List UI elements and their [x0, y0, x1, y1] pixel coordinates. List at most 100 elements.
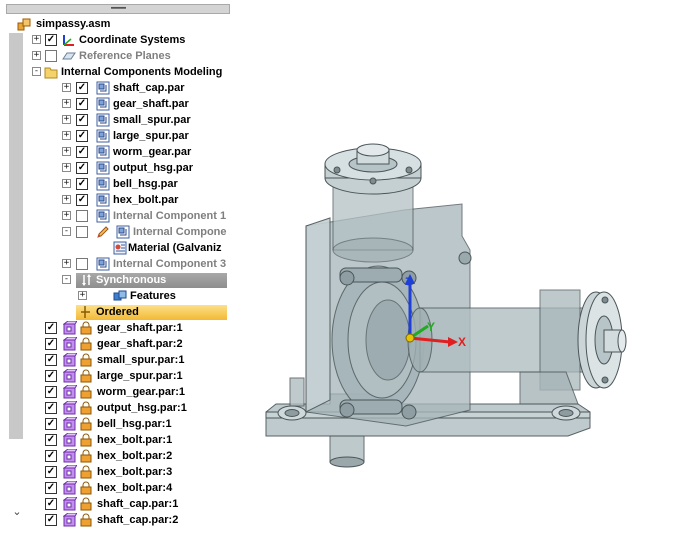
visibility-checkbox[interactable]: ✓ — [45, 418, 57, 430]
occurrence-icon — [62, 464, 78, 479]
expand-button[interactable]: + — [62, 147, 71, 156]
tree-row[interactable]: + ✓ small_spur.par — [0, 112, 232, 128]
tree-row[interactable]: Material (Galvaniz — [0, 240, 232, 256]
visibility-checkbox[interactable]: ✓ — [76, 162, 88, 174]
expand-button[interactable]: + — [62, 179, 71, 188]
expand-button[interactable]: + — [62, 131, 71, 140]
visibility-checkbox[interactable]: ✓ — [45, 498, 57, 510]
visibility-checkbox[interactable] — [76, 258, 88, 270]
tree-row[interactable]: + ✓ bell_hsg.par — [0, 176, 232, 192]
occurrence-icon — [62, 480, 78, 495]
gearbox-assembly — [265, 143, 627, 468]
triad-label-y: Y — [427, 320, 435, 334]
tree-row[interactable]: + Internal Component 1 — [0, 208, 232, 224]
tree-row[interactable]: ✓ large_spur.par:1 — [0, 368, 232, 384]
tree-row[interactable]: + ✓ output_hsg.par — [0, 160, 232, 176]
expand-button[interactable]: + — [62, 211, 71, 220]
tree-row[interactable]: - Synchronous — [0, 272, 232, 288]
collapse-button[interactable]: - — [62, 275, 71, 284]
occurrence-icon — [62, 432, 78, 447]
lock-icon — [80, 449, 94, 463]
tree-row[interactable]: + Features — [0, 288, 232, 304]
folder-icon — [44, 65, 58, 79]
visibility-checkbox[interactable]: ✓ — [45, 482, 57, 494]
tree-row[interactable]: + ✓ hex_bolt.par — [0, 192, 232, 208]
tree-row[interactable]: ✓ gear_shaft.par:2 — [0, 336, 232, 352]
assembly-icon — [17, 17, 31, 31]
visibility-checkbox[interactable]: ✓ — [45, 402, 57, 414]
panel-grip[interactable]: ▪▪▪▪▪▪▪▪▪▪ — [6, 4, 230, 14]
tree-row-label: output_hsg.par:1 — [97, 402, 187, 414]
tree-row[interactable]: + ✓ shaft_cap.par — [0, 80, 232, 96]
ordered-icon — [80, 305, 94, 319]
visibility-checkbox[interactable]: ✓ — [45, 322, 57, 334]
tree-row-label: simpassy.asm — [36, 18, 111, 30]
visibility-checkbox[interactable] — [76, 226, 88, 238]
visibility-checkbox[interactable]: ✓ — [76, 98, 88, 110]
tree-row-label: bell_hsg.par — [113, 178, 178, 190]
tree-row[interactable]: Ordered — [0, 304, 232, 320]
pathfinder-panel: ▪▪▪▪▪▪▪▪▪▪ ⌄ simpassy.asm + ✓ Coordinate Sy… — [0, 0, 232, 552]
tree-row[interactable]: simpassy.asm — [0, 16, 232, 32]
graphics-viewport[interactable]: Z Y X — [232, 0, 697, 552]
tree-row[interactable]: - Internal Components Modeling — [0, 64, 232, 80]
visibility-checkbox[interactable]: ✓ — [45, 370, 57, 382]
visibility-checkbox[interactable]: ✓ — [45, 34, 57, 46]
occurrence-icon — [62, 336, 78, 351]
tree-row[interactable]: ✓ hex_bolt.par:3 — [0, 464, 232, 480]
tree-row[interactable]: + ✓ Coordinate Systems — [0, 32, 232, 48]
edit-pencil-icon — [96, 225, 110, 239]
expand-button[interactable]: + — [32, 35, 41, 44]
tree-row[interactable]: ✓ hex_bolt.par:4 — [0, 480, 232, 496]
collapse-button[interactable]: - — [62, 227, 71, 236]
tree-row[interactable]: ✓ worm_gear.par:1 — [0, 384, 232, 400]
visibility-checkbox[interactable]: ✓ — [76, 194, 88, 206]
visibility-checkbox[interactable]: ✓ — [45, 514, 57, 526]
tree-row[interactable]: ✓ bell_hsg.par:1 — [0, 416, 232, 432]
occurrence-icon — [62, 400, 78, 415]
expand-button[interactable]: + — [62, 163, 71, 172]
visibility-checkbox[interactable]: ✓ — [45, 434, 57, 446]
tree-row[interactable]: + ✓ large_spur.par — [0, 128, 232, 144]
visibility-checkbox[interactable]: ✓ — [45, 338, 57, 350]
visibility-checkbox[interactable]: ✓ — [76, 146, 88, 158]
expand-button[interactable]: + — [32, 51, 41, 60]
expand-button[interactable]: + — [62, 83, 71, 92]
visibility-checkbox[interactable]: ✓ — [45, 450, 57, 462]
tree-row[interactable]: + ✓ worm_gear.par — [0, 144, 232, 160]
part-icon — [96, 193, 110, 207]
tree-row[interactable]: + Reference Planes — [0, 48, 232, 64]
expand-button[interactable]: + — [62, 259, 71, 268]
tree-row[interactable]: ✓ shaft_cap.par:1 — [0, 496, 232, 512]
expand-button[interactable]: + — [62, 99, 71, 108]
tree-row[interactable]: ✓ gear_shaft.par:1 — [0, 320, 232, 336]
visibility-checkbox[interactable]: ✓ — [76, 114, 88, 126]
tree-row[interactable]: ✓ small_spur.par:1 — [0, 352, 232, 368]
triad-label-z: Z — [405, 276, 412, 288]
tree-row[interactable]: ✓ hex_bolt.par:2 — [0, 448, 232, 464]
tree-row[interactable]: + Internal Component 3 — [0, 256, 232, 272]
visibility-checkbox[interactable]: ✓ — [45, 466, 57, 478]
visibility-checkbox[interactable]: ✓ — [76, 130, 88, 142]
tree-row-label: worm_gear.par:1 — [97, 386, 186, 398]
expand-button[interactable]: + — [78, 291, 87, 300]
visibility-checkbox[interactable]: ✓ — [45, 354, 57, 366]
tree-row-label: hex_bolt.par:4 — [97, 482, 173, 494]
tree-row[interactable]: ✓ output_hsg.par:1 — [0, 400, 232, 416]
tree-row[interactable]: - Internal Compone — [0, 224, 232, 240]
visibility-checkbox[interactable]: ✓ — [76, 82, 88, 94]
expand-button[interactable]: + — [62, 115, 71, 124]
collapse-button[interactable]: - — [32, 67, 41, 76]
tree-row[interactable]: ✓ hex_bolt.par:1 — [0, 432, 232, 448]
tree-row-label: Synchronous — [96, 274, 167, 286]
visibility-checkbox[interactable]: ✓ — [76, 178, 88, 190]
tree-row-label: Internal Component 1 — [113, 210, 227, 222]
tree-row[interactable]: ✓ shaft_cap.par:2 — [0, 512, 232, 528]
visibility-checkbox[interactable] — [76, 210, 88, 222]
tree-row-label: worm_gear.par — [113, 146, 192, 158]
tree-row-label: Reference Planes — [79, 50, 171, 62]
expand-button[interactable]: + — [62, 195, 71, 204]
tree-row[interactable]: + ✓ gear_shaft.par — [0, 96, 232, 112]
visibility-checkbox[interactable] — [45, 50, 57, 62]
visibility-checkbox[interactable]: ✓ — [45, 386, 57, 398]
